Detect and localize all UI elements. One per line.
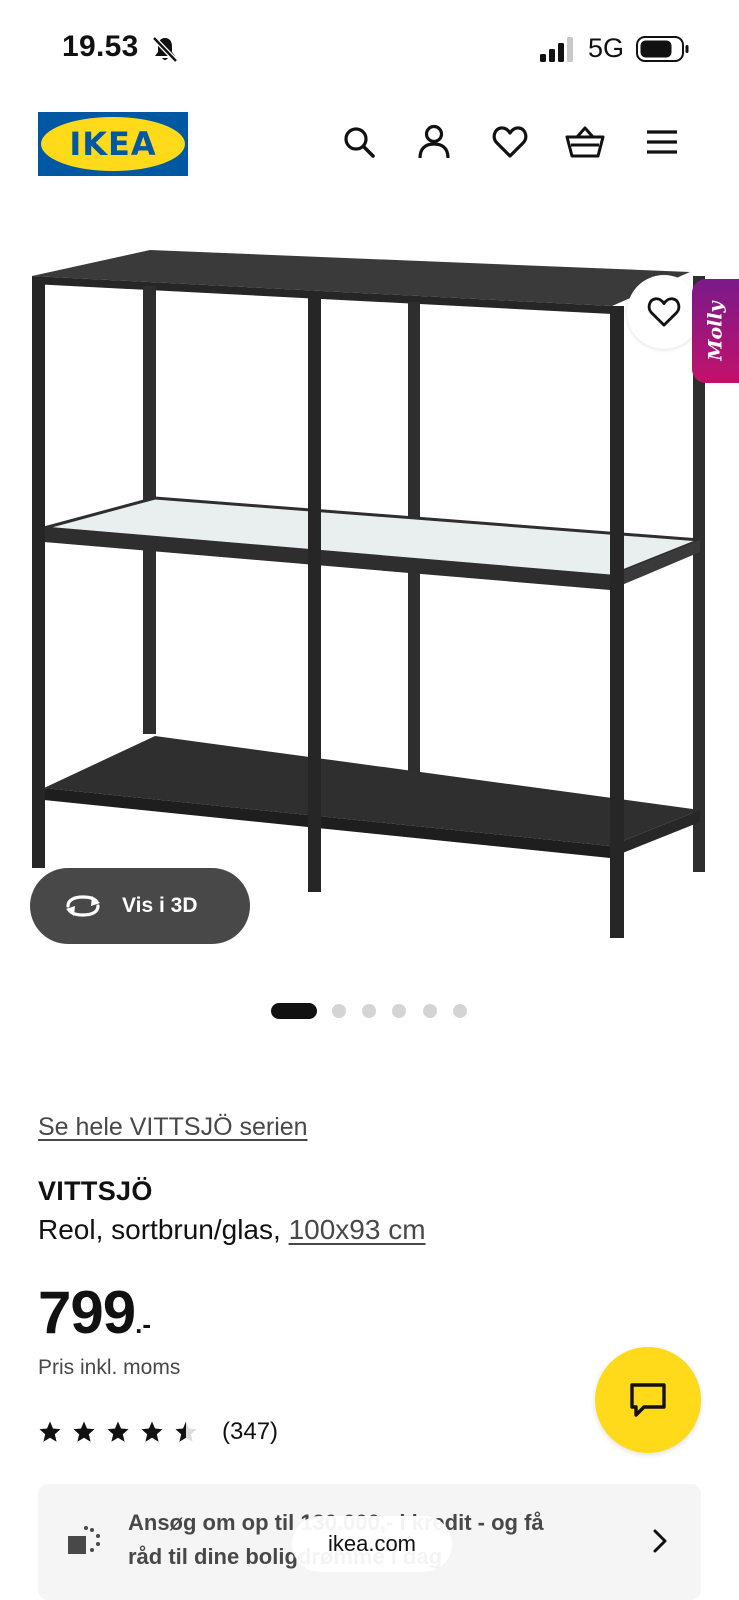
product-price: 799.- — [38, 1278, 151, 1347]
pager-dot[interactable] — [392, 1004, 406, 1018]
view-in-3d-label: Vis i 3D — [122, 894, 198, 917]
account-button[interactable] — [412, 120, 456, 164]
search-icon — [344, 127, 375, 158]
heart-outline-icon — [647, 297, 681, 327]
star-icon — [107, 1421, 129, 1442]
network-label: 5G — [588, 33, 625, 63]
view-in-3d-button[interactable]: Vis i 3D — [30, 868, 250, 944]
favorites-button[interactable] — [488, 120, 532, 164]
pager-dot[interactable] — [362, 1004, 376, 1018]
signal-icon — [540, 37, 573, 62]
menu-button[interactable] — [640, 120, 684, 164]
pager-dot[interactable] — [271, 1003, 317, 1019]
assistant-tab-label: Molly — [704, 301, 727, 361]
rating[interactable]: (347) — [38, 1412, 278, 1452]
review-count[interactable]: (347) — [222, 1418, 278, 1446]
chat-button[interactable] — [595, 1347, 701, 1453]
credit-card-sparkle-icon — [68, 1526, 100, 1554]
account-icon — [418, 124, 450, 159]
battery-icon — [636, 36, 689, 62]
rotate-3d-icon — [66, 895, 100, 917]
basket-icon — [565, 126, 605, 158]
price-suffix: .- — [135, 1309, 151, 1339]
pager-dot[interactable] — [423, 1004, 437, 1018]
chevron-right-icon — [653, 1529, 667, 1553]
size-link[interactable]: 100x93 cm — [289, 1214, 426, 1245]
product-description-text: Reol, sortbrun/glas, — [38, 1214, 281, 1245]
pager-dot[interactable] — [453, 1004, 467, 1018]
gallery-pager — [0, 1002, 739, 1020]
star-icon — [175, 1421, 197, 1442]
favorite-toggle-button[interactable] — [627, 275, 701, 349]
browser-url: ikea.com — [327, 1531, 417, 1556]
pager-dot[interactable] — [332, 1004, 346, 1018]
ikea-logo[interactable]: IKEA — [38, 112, 188, 176]
status-bar: 19.53 5G — [0, 0, 739, 96]
bell-slash-icon — [152, 36, 178, 63]
price-note: Pris inkl. moms — [38, 1356, 181, 1379]
product-gallery[interactable]: Molly Vis i 3D — [0, 210, 739, 970]
price-integer: 799 — [38, 1279, 136, 1346]
assistant-tab[interactable]: Molly — [692, 279, 739, 383]
search-button[interactable] — [337, 120, 381, 164]
star-icon — [141, 1421, 163, 1442]
top-nav: IKEA — [0, 100, 739, 190]
browser-url-pill[interactable]: ikea.com — [292, 1516, 452, 1572]
chat-icon — [630, 1383, 666, 1417]
status-time: 19.53 — [62, 30, 139, 63]
product-description: Reol, sortbrun/glas, 100x93 cm — [38, 1214, 426, 1246]
menu-icon — [647, 130, 677, 154]
basket-button[interactable] — [563, 120, 607, 164]
rating-stars — [38, 1420, 208, 1444]
series-link[interactable]: Se hele VITTSJÖ serien — [38, 1113, 308, 1142]
heart-icon — [492, 126, 528, 158]
star-icon — [39, 1421, 61, 1442]
svg-text:IKEA: IKEA — [69, 125, 156, 163]
star-icon — [73, 1421, 95, 1442]
product-name: VITTSJÖ — [38, 1176, 153, 1206]
